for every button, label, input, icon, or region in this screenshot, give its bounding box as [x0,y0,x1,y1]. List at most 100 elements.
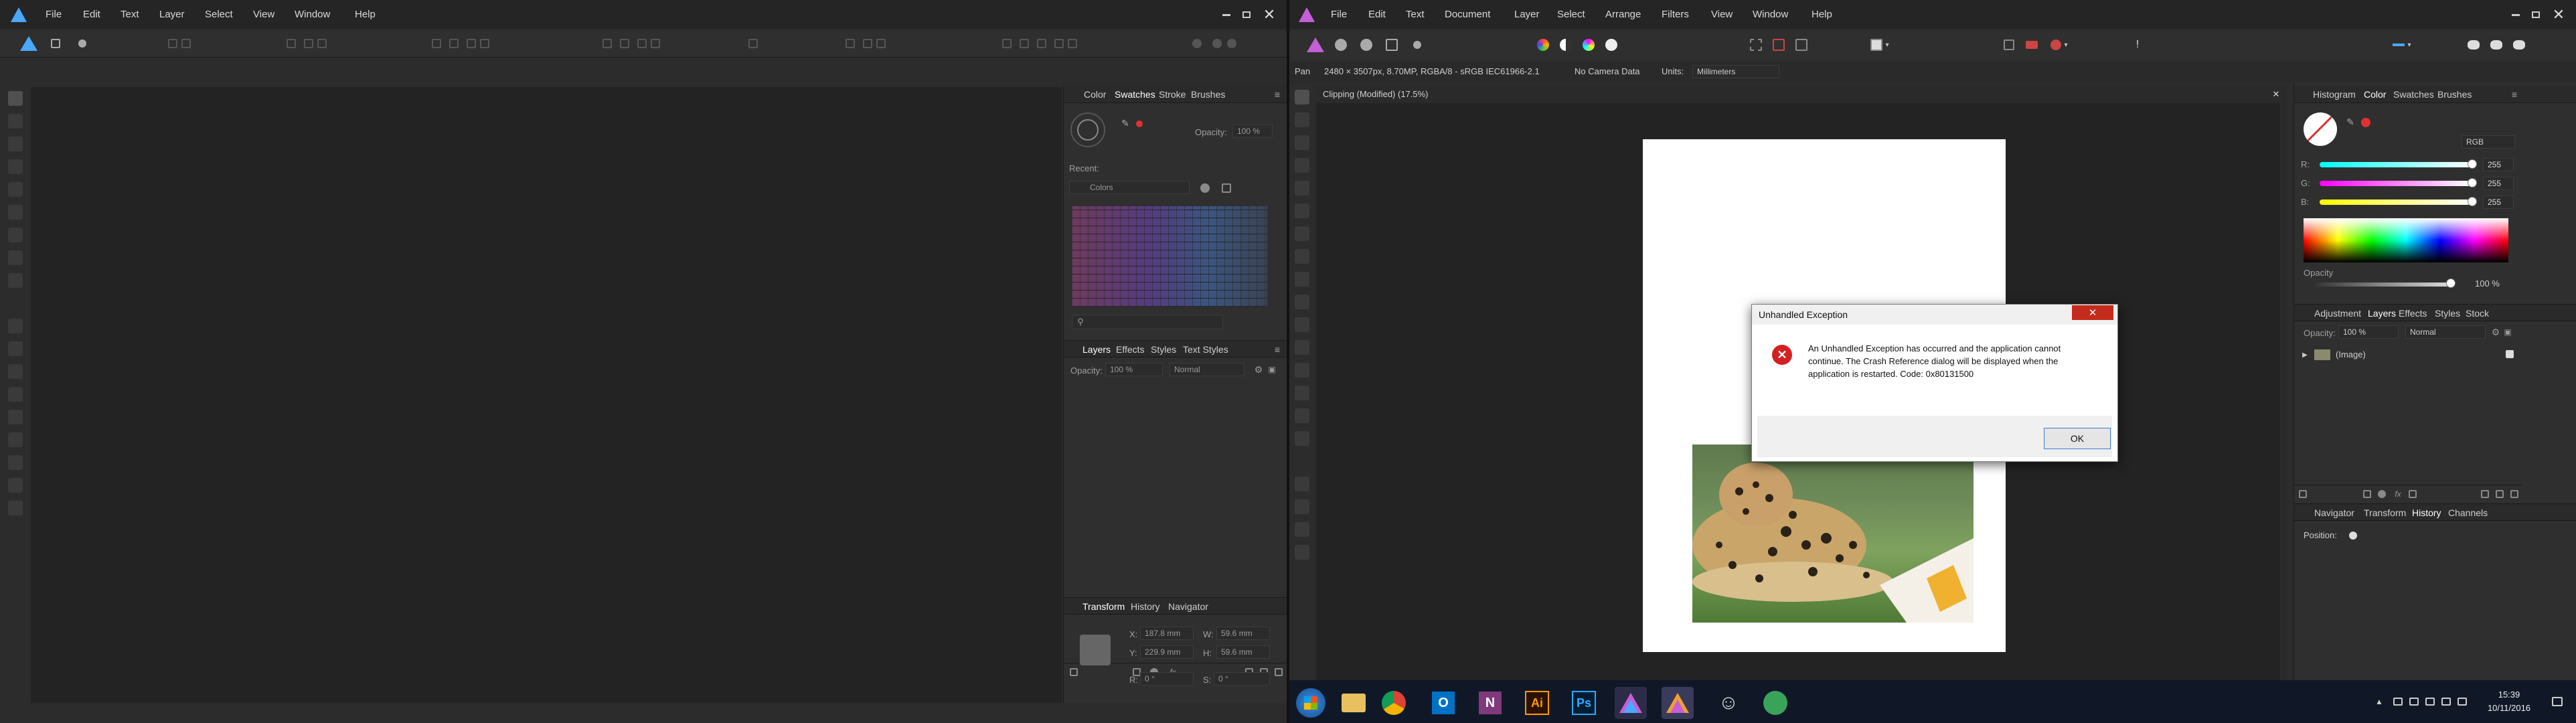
left-menu-help[interactable]: Help [355,0,376,29]
tab-transform[interactable]: Transform [1082,599,1125,614]
right-menu-select[interactable]: Select [1557,0,1585,29]
red-eye-tool-icon[interactable] [1295,386,1309,400]
zoom-tool-icon[interactable] [1295,545,1309,560]
view-tool-icon[interactable] [1295,90,1309,104]
flood-select-tool-icon[interactable] [1295,181,1309,195]
crop-tool-icon[interactable] [8,273,23,288]
right-menu-edit[interactable]: Edit [1368,0,1386,29]
add-fx-icon[interactable]: fx [2391,488,2405,500]
rounded-rect-tool-icon[interactable] [8,364,23,379]
healing-tool-icon[interactable] [1295,363,1309,378]
tab-styles[interactable]: Styles [2435,306,2460,321]
opacity-slider-thumb[interactable] [2446,278,2456,288]
right-menu-file[interactable]: File [1331,0,1347,29]
persona-photo-icon[interactable] [1305,35,1325,55]
tab-history[interactable]: History [2412,505,2441,520]
tab-color[interactable]: Color [2364,87,2386,102]
tray-icon-2[interactable] [2407,695,2421,708]
dodge-tool-icon[interactable] [1295,317,1309,332]
pencil-tool-icon[interactable] [8,182,23,197]
toolbar-boolean-icon[interactable] [268,35,341,52]
b-slider[interactable] [2320,199,2472,205]
r-field[interactable]: 0 ° [1140,672,1194,686]
toolbar-snap-icon[interactable] [736,35,770,52]
palette-menu-icon[interactable] [1198,181,1212,195]
s-field[interactable]: 0 ° [1214,672,1270,686]
color-picker-icon[interactable]: ✎ [2344,115,2357,129]
emoji-icon[interactable]: ☺ [1712,687,1745,719]
tab-navigator[interactable]: Navigator [2314,505,2354,520]
tray-icon-3[interactable] [2423,695,2437,708]
color-picker-icon[interactable]: ✎ [1119,116,1132,130]
settings-icon[interactable]: ⚙ [1253,363,1265,376]
right-menu-help[interactable]: Help [1812,0,1832,29]
transparency-tool-icon[interactable] [8,250,23,265]
toolbar-pixel-ops-icon[interactable] [977,35,1098,52]
green-app-icon[interactable] [1759,687,1791,719]
ellipse-tool-icon[interactable] [8,341,23,356]
restore-icon[interactable] [1238,7,1255,23]
tab-channels[interactable]: Channels [2448,505,2488,520]
frame-text-tool-icon[interactable] [8,432,23,447]
left-blend-mode-dropdown[interactable]: Normal [1170,363,1244,376]
anchor-selector-icon[interactable] [1080,635,1111,665]
brush-tool-icon[interactable] [8,205,23,220]
color-opacity-value[interactable]: 100 % [2475,278,2500,289]
tab-brushes[interactable]: Brushes [2437,87,2472,102]
opacity-slider[interactable] [2314,283,2451,287]
tab-layers[interactable]: Layers [2368,306,2396,321]
right-menu-view[interactable]: View [1711,0,1733,29]
left-menu-file[interactable]: File [46,0,62,29]
persona-develop-icon[interactable] [1356,35,1376,55]
persona-liquify-icon[interactable] [1331,35,1351,55]
tab-swatches[interactable]: Swatches [1115,87,1155,102]
close-icon[interactable]: ✕ [2549,5,2568,24]
canvas-scrollbar[interactable] [2281,103,2287,680]
file-explorer-icon[interactable] [1338,687,1370,719]
affinity-designer-taskbar-icon[interactable] [1662,687,1694,719]
windows-start-icon[interactable] [1296,688,1325,718]
dialog-close-button[interactable]: ✕ [2072,305,2113,320]
left-menu-edit[interactable]: Edit [83,0,100,29]
move-tool-icon[interactable] [1295,112,1309,127]
outlook-icon[interactable]: O [1427,687,1459,719]
right-menu-document[interactable]: Document [1445,0,1490,29]
tab-layers[interactable]: Layers [1082,342,1111,357]
tray-expand-icon[interactable]: ▲ [2372,695,2386,708]
right-menu-window[interactable]: Window [1753,0,1788,29]
ok-button[interactable]: OK [2044,428,2111,449]
left-menu-view[interactable]: View [253,0,274,29]
left-canvas[interactable] [31,87,1062,703]
tab-stroke[interactable]: Stroke [1159,87,1186,102]
zoom-tool-icon[interactable] [8,501,23,515]
tab-stock[interactable]: Stock [2466,306,2489,321]
marquee-tool-icon[interactable] [1295,204,1309,218]
add-group-icon[interactable] [2479,488,2491,500]
close-icon[interactable]: ✕ [1260,5,1279,24]
left-menu-layer[interactable]: Layer [159,0,185,29]
add-pixel-layer-icon[interactable] [2361,488,2373,500]
right-menu-filters[interactable]: Filters [1662,0,1689,29]
current-color-dot[interactable] [1136,120,1143,127]
tray-icon-4[interactable] [2439,695,2453,708]
tab-color[interactable]: Color [1084,87,1106,102]
crop-tool-icon[interactable] [1295,135,1309,150]
layers-options-icon[interactable] [1068,666,1080,678]
close-document-icon[interactable]: ✕ [2269,88,2283,101]
shape-tool-icon[interactable] [1295,477,1309,491]
units-dropdown[interactable]: Millimeters [1692,65,1779,78]
fill-well[interactable] [2304,112,2337,146]
tray-icon-5[interactable] [2456,695,2469,708]
force-pixel-icon[interactable]: ▾ [2044,35,2074,55]
r-slider[interactable] [2320,162,2472,167]
b-slider-thumb[interactable] [2468,197,2477,206]
right-menu-arrange[interactable]: Arrange [1605,0,1641,29]
color-spectrum[interactable] [2304,218,2508,262]
view-tool-icon[interactable] [8,478,23,493]
delete-layer-icon[interactable] [1273,666,1285,678]
toolbar-view-icon[interactable] [1172,35,1252,52]
auto-levels-icon[interactable] [1533,35,1553,55]
tab-effects[interactable]: Effects [1116,342,1145,357]
left-layers-opacity-field[interactable]: 100 % [1105,363,1163,376]
palette-dropdown[interactable]: Colors [1069,181,1190,194]
